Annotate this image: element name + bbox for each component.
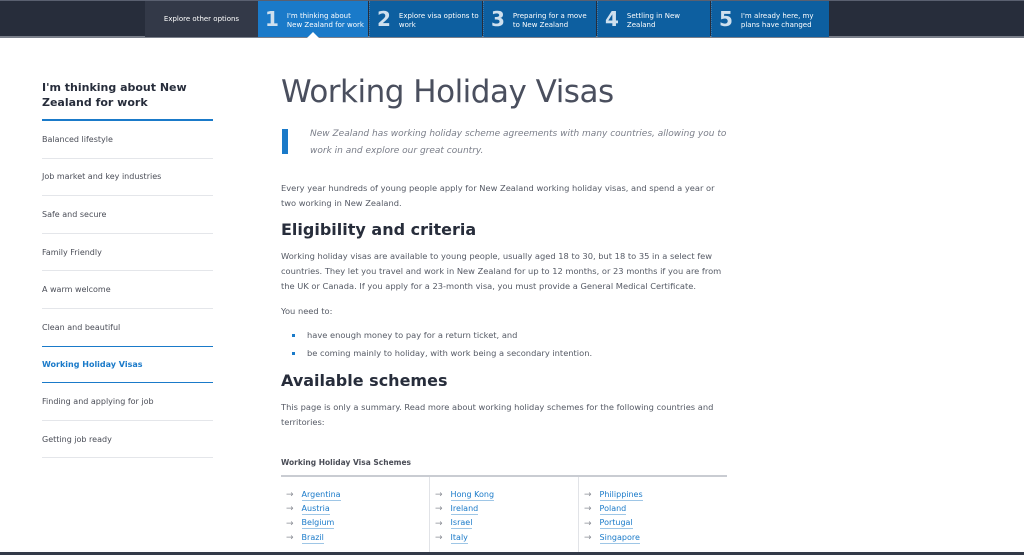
arrow-right-icon: → [435,504,443,515]
main-content: Working Holiday Visas New Zealand has wo… [281,72,727,555]
schemes-table-title: Working Holiday Visa Schemes [281,458,727,477]
arrow-right-icon: → [435,490,443,501]
schemes-table: → Argentina → Austria → Belgium → Brazil → Ho… [281,477,727,555]
step-label: Explore visa options to work [398,12,479,29]
step-1-tab[interactable]: 1 I'm thinking about New Zealand for wor… [258,1,368,37]
top-navigation: Explore other options 1 I'm thinking abo… [0,0,1024,38]
country-link-ireland[interactable]: → Ireland [435,502,578,516]
schemes-paragraph: This page is only a summary. Read more a… [281,402,714,427]
schemes-column: → Philippines → Poland → Portugal → Singapor… [579,477,727,555]
arrow-right-icon: → [286,518,294,529]
country-link-philippines[interactable]: → Philippines [584,488,727,502]
arrow-right-icon: → [286,490,294,501]
sidebar-item-warm-welcome[interactable]: A warm welcome [42,271,213,309]
intro-text: New Zealand has working holiday scheme a… [310,129,727,156]
requirements-list: have enough money to pay for a return ti… [281,326,727,362]
arrow-right-icon: → [286,533,294,544]
page-title: Working Holiday Visas [281,74,614,110]
eligibility-heading: Eligibility and criteria [281,220,477,239]
step-3-tab[interactable]: 3 Preparing for a move to New Zealand [483,1,596,37]
sidebar-item-clean-and-beautiful[interactable]: Clean and beautiful [42,309,213,347]
intro-paragraph: Every year hundreds of young people appl… [281,183,715,208]
need-to-text: You need to: [281,306,333,316]
arrow-right-icon: → [584,533,592,544]
step-number: 1 [265,7,279,31]
step-label: I'm already here, my plans have changed [740,12,814,29]
step-4-tab[interactable]: 4 Settling in New Zealand [597,1,710,37]
quote-bar [282,129,288,154]
country-link-hong-kong[interactable]: → Hong Kong [435,488,578,502]
arrow-right-icon: → [584,518,592,529]
list-item: be coming mainly to holiday, with work b… [281,344,727,362]
step-number: 3 [491,7,505,31]
sidebar-item-safe-and-secure[interactable]: Safe and secure [42,196,213,234]
arrow-right-icon: → [435,533,443,544]
step-2-tab[interactable]: 2 Explore visa options to work [369,1,482,37]
sidebar-item-working-holiday-visas[interactable]: Working Holiday Visas [42,345,213,384]
step-label: I'm thinking about New Zealand for work [286,12,364,29]
country-link-italy[interactable]: → Italy [435,531,578,545]
arrow-right-icon: → [584,490,592,501]
sidebar: I'm thinking about New Zealand for work … [42,80,213,459]
arrow-right-icon: → [584,504,592,515]
arrow-right-icon: → [435,518,443,529]
step-number: 2 [377,7,391,31]
country-link-israel[interactable]: → Israel [435,517,578,531]
explore-other-options-button[interactable]: Explore other options [145,1,258,37]
country-link-belgium[interactable]: → Belgium [286,517,429,531]
country-link-argentina[interactable]: → Argentina [286,488,429,502]
step-number: 5 [719,7,733,31]
intro-quote: New Zealand has working holiday scheme a… [281,126,727,159]
sidebar-item-finding-and-applying[interactable]: Finding and applying for job [42,383,213,421]
country-link-austria[interactable]: → Austria [286,502,429,516]
step-number: 4 [605,7,619,31]
schemes-heading: Available schemes [281,371,448,390]
sidebar-title: I'm thinking about New Zealand for work [42,80,213,121]
step-label: Preparing for a move to New Zealand [512,12,587,29]
country-link-brazil[interactable]: → Brazil [286,531,429,545]
sidebar-item-balanced-lifestyle[interactable]: Balanced lifestyle [42,121,213,159]
country-link-singapore[interactable]: → Singapore [584,531,727,545]
arrow-right-icon: → [286,504,294,515]
step-5-tab[interactable]: 5 I'm already here, my plans have change… [711,1,829,37]
country-link-portugal[interactable]: → Portugal [584,517,727,531]
list-item: have enough money to pay for a return ti… [281,326,727,344]
sidebar-item-job-market[interactable]: Job market and key industries [42,159,213,197]
eligibility-paragraph: Working holiday visas are available to y… [281,251,722,291]
step-label: Settling in New Zealand [626,12,681,29]
schemes-column: → Hong Kong → Ireland → Israel → Italy [430,477,579,555]
sidebar-item-getting-job-ready[interactable]: Getting job ready [42,421,213,459]
schemes-column: → Argentina → Austria → Belgium → Brazil [281,477,430,555]
country-link-poland[interactable]: → Poland [584,502,727,516]
sidebar-item-family-friendly[interactable]: Family Friendly [42,234,213,272]
